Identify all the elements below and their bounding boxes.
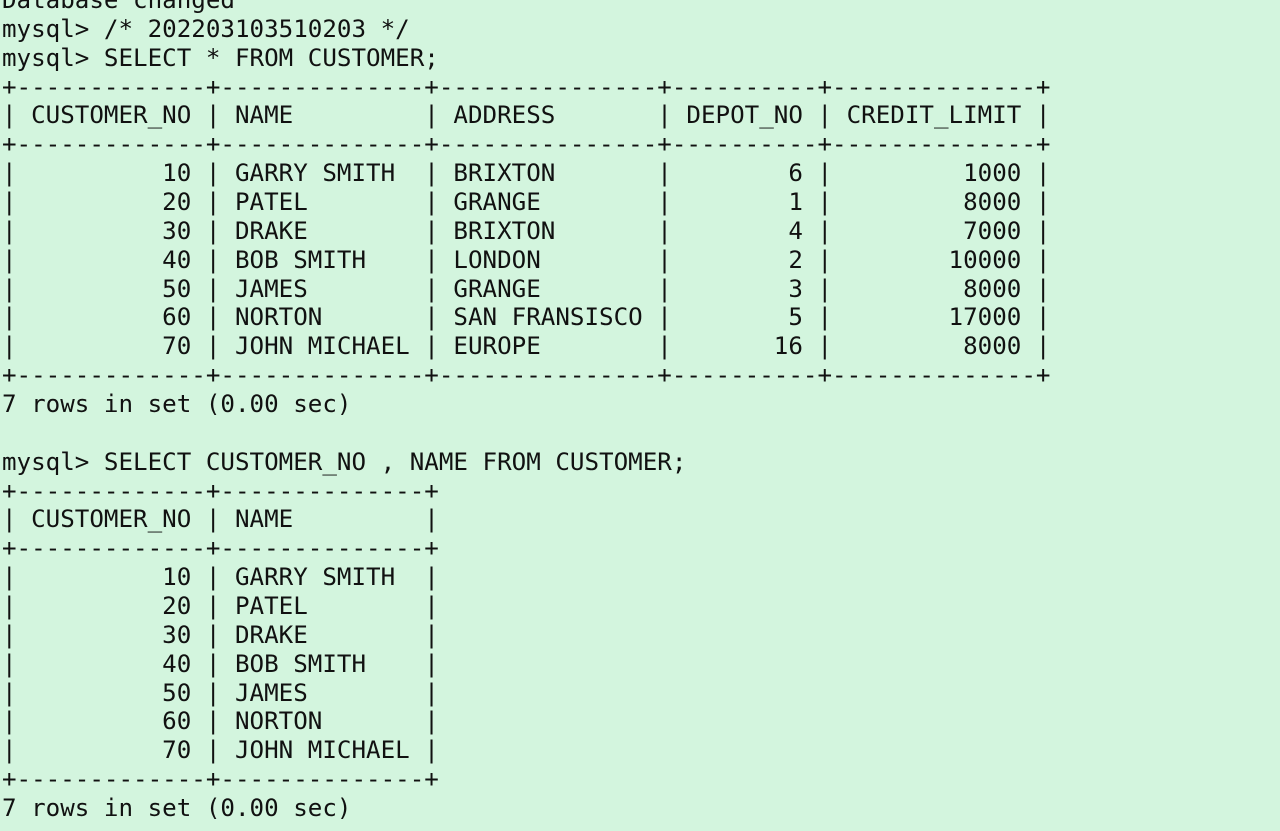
terminal-line: | 30 | DRAKE | bbox=[2, 620, 439, 649]
terminal-line: mysql> SELECT CUSTOMER_NO , NAME FROM CU… bbox=[2, 447, 687, 476]
terminal-line: | 60 | NORTON | bbox=[2, 707, 439, 736]
terminal-line: +-------------+--------------+ bbox=[2, 476, 439, 505]
terminal-line: 7 rows in set (0.00 sec) bbox=[2, 794, 352, 823]
terminal-line: +-------------+--------------+----------… bbox=[2, 72, 1051, 101]
terminal-line: mysql> SELECT * FROM CUSTOMER; bbox=[2, 43, 439, 72]
terminal-line: | 50 | JAMES | bbox=[2, 678, 439, 707]
terminal-line: | 60 | NORTON | SAN FRANSISCO | 5 | 1700… bbox=[2, 303, 1051, 332]
terminal-line: | 70 | JOHN MICHAEL | bbox=[2, 736, 439, 765]
terminal-line: | 30 | DRAKE | BRIXTON | 4 | 7000 | bbox=[2, 216, 1051, 245]
terminal-line: | 10 | GARRY SMITH | bbox=[2, 563, 439, 592]
terminal-line: +-------------+--------------+----------… bbox=[2, 130, 1051, 159]
terminal-line: | CUSTOMER_NO | NAME | ADDRESS | DEPOT_N… bbox=[2, 101, 1051, 130]
terminal-line: mysql> /* 202203103510203 */ bbox=[2, 14, 410, 43]
terminal-line: | 10 | GARRY SMITH | BRIXTON | 6 | 1000 … bbox=[2, 159, 1051, 188]
terminal-line: +-------------+--------------+----------… bbox=[2, 361, 1051, 390]
terminal-line: | 20 | PATEL | bbox=[2, 592, 439, 621]
terminal-line: | 40 | BOB SMITH | LONDON | 2 | 10000 | bbox=[2, 245, 1051, 274]
terminal-line: | 20 | PATEL | GRANGE | 1 | 8000 | bbox=[2, 188, 1051, 217]
terminal-line: +-------------+--------------+ bbox=[2, 534, 439, 563]
terminal-line: Database changed bbox=[2, 0, 235, 14]
terminal-output: Database changed mysql> /* 2022031035102… bbox=[2, 0, 1050, 823]
terminal-line: | 50 | JAMES | GRANGE | 3 | 8000 | bbox=[2, 274, 1051, 303]
terminal-line: 7 rows in set (0.00 sec) bbox=[2, 390, 352, 419]
terminal-line: | 70 | JOHN MICHAEL | EUROPE | 16 | 8000… bbox=[2, 332, 1051, 361]
terminal-line: | CUSTOMER_NO | NAME | bbox=[2, 505, 439, 534]
terminal-line: +-------------+--------------+ bbox=[2, 765, 439, 794]
terminal-line: | 40 | BOB SMITH | bbox=[2, 649, 439, 678]
terminal-window[interactable]: Database changed mysql> /* 2022031035102… bbox=[0, 0, 1280, 831]
